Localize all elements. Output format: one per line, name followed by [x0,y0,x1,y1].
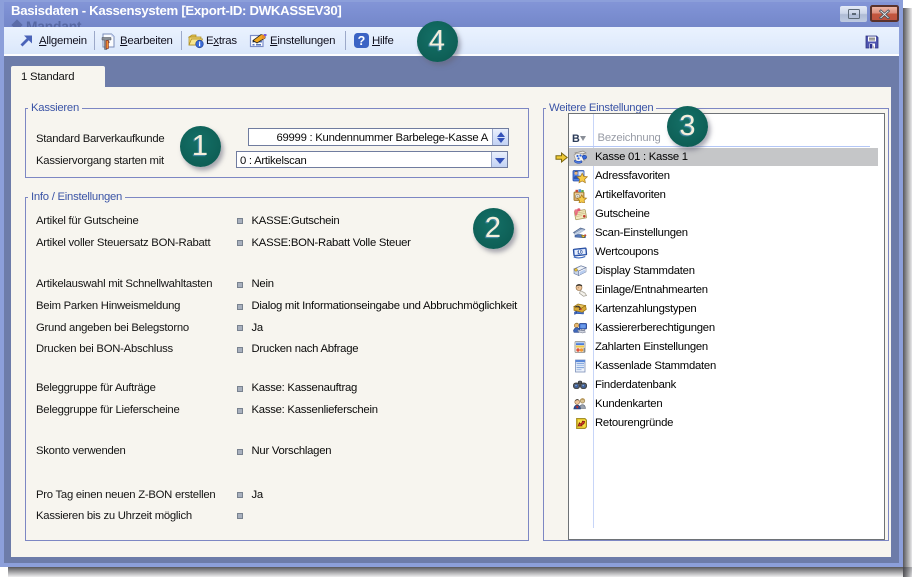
svg-text:10: 10 [577,249,583,256]
svg-text:?: ? [358,34,366,48]
